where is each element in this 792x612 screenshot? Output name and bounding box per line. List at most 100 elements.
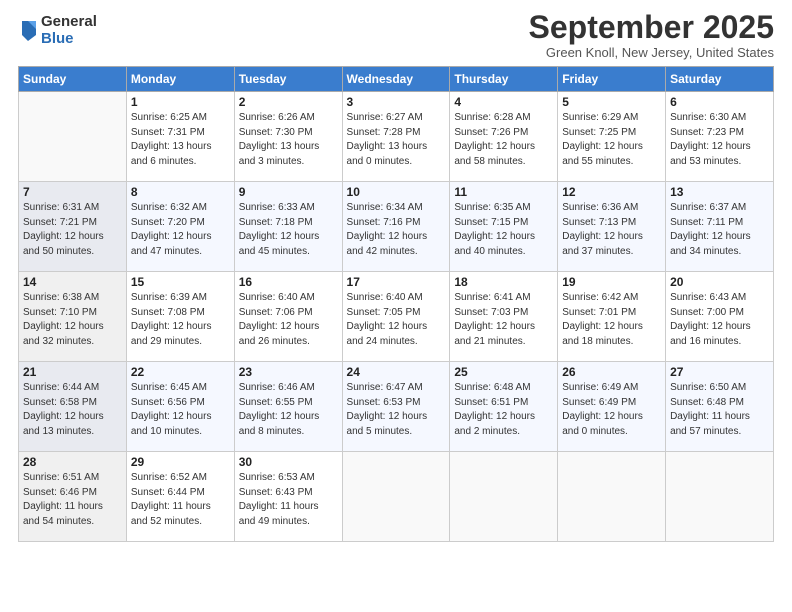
col-header-wednesday: Wednesday <box>342 67 450 92</box>
day-number: 24 <box>347 365 446 379</box>
week-row-1: 1 Sunrise: 6:25 AM Sunset: 7:31 PM Daylig… <box>19 92 774 182</box>
day-info: Sunrise: 6:42 AM Sunset: 7:01 PM Dayligh… <box>562 291 661 349</box>
day-info: Sunrise: 6:43 AM Sunset: 7:00 PM Dayligh… <box>670 291 769 349</box>
day-info: Sunrise: 6:35 AM Sunset: 7:15 PM Dayligh… <box>454 201 553 259</box>
calendar-header-row: SundayMondayTuesdayWednesdayThursdayFrid… <box>19 67 774 92</box>
day-cell <box>19 92 127 182</box>
logo-icon <box>18 19 38 43</box>
day-cell: 20 Sunrise: 6:43 AM Sunset: 7:00 PM Dayli… <box>666 272 774 362</box>
day-number: 9 <box>239 185 338 199</box>
day-info: Sunrise: 6:39 AM Sunset: 7:08 PM Dayligh… <box>131 291 230 349</box>
day-cell: 13Sunrise: 6:37 AM Sunset: 7:11 PM Dayli… <box>666 182 774 272</box>
day-cell: 21 Sunrise: 6:44 AM Sunset: 6:58 PM Dayli… <box>19 362 127 452</box>
day-cell: 12Sunrise: 6:36 AM Sunset: 7:13 PM Dayli… <box>558 182 666 272</box>
logo-blue: Blue <box>41 31 97 48</box>
day-info: Sunrise: 6:41 AM Sunset: 7:03 PM Dayligh… <box>454 291 553 349</box>
day-cell: 26 Sunrise: 6:49 AM Sunset: 6:49 PM Dayli… <box>558 362 666 452</box>
col-header-thursday: Thursday <box>450 67 558 92</box>
day-info: Sunrise: 6:52 AM Sunset: 6:44 PM Dayligh… <box>131 471 230 529</box>
day-number: 25 <box>454 365 553 379</box>
day-cell: 10Sunrise: 6:34 AM Sunset: 7:16 PM Dayli… <box>342 182 450 272</box>
day-info: Sunrise: 6:53 AM Sunset: 6:43 PM Dayligh… <box>239 471 338 529</box>
day-number: 8 <box>131 185 230 199</box>
day-number: 29 <box>131 455 230 469</box>
day-info: Sunrise: 6:29 AM Sunset: 7:25 PM Dayligh… <box>562 111 661 169</box>
col-header-saturday: Saturday <box>666 67 774 92</box>
col-header-monday: Monday <box>126 67 234 92</box>
day-cell: 15 Sunrise: 6:39 AM Sunset: 7:08 PM Dayli… <box>126 272 234 362</box>
day-info: Sunrise: 6:40 AM Sunset: 7:05 PM Dayligh… <box>347 291 446 349</box>
day-cell: 28Sunrise: 6:51 AM Sunset: 6:46 PM Dayli… <box>19 452 127 542</box>
week-row-3: 14 Sunrise: 6:38 AM Sunset: 7:10 PM Dayli… <box>19 272 774 362</box>
day-info: Sunrise: 6:25 AM Sunset: 7:31 PM Dayligh… <box>131 111 230 169</box>
col-header-sunday: Sunday <box>19 67 127 92</box>
day-cell: 22Sunrise: 6:45 AM Sunset: 6:56 PM Dayli… <box>126 362 234 452</box>
day-cell: 4 Sunrise: 6:28 AM Sunset: 7:26 PM Daylig… <box>450 92 558 182</box>
day-info: Sunrise: 6:31 AM Sunset: 7:21 PM Dayligh… <box>23 201 122 259</box>
day-cell: 9Sunrise: 6:33 AM Sunset: 7:18 PM Daylig… <box>234 182 342 272</box>
day-cell: 18 Sunrise: 6:41 AM Sunset: 7:03 PM Dayli… <box>450 272 558 362</box>
day-info: Sunrise: 6:30 AM Sunset: 7:23 PM Dayligh… <box>670 111 769 169</box>
week-row-5: 28Sunrise: 6:51 AM Sunset: 6:46 PM Dayli… <box>19 452 774 542</box>
day-cell: 3 Sunrise: 6:27 AM Sunset: 7:28 PM Daylig… <box>342 92 450 182</box>
day-cell: 1 Sunrise: 6:25 AM Sunset: 7:31 PM Daylig… <box>126 92 234 182</box>
day-cell <box>450 452 558 542</box>
day-number: 17 <box>347 275 446 289</box>
day-info: Sunrise: 6:40 AM Sunset: 7:06 PM Dayligh… <box>239 291 338 349</box>
day-cell <box>558 452 666 542</box>
day-cell: 6Sunrise: 6:30 AM Sunset: 7:23 PM Daylig… <box>666 92 774 182</box>
day-number: 1 <box>131 95 230 109</box>
logo-general: General <box>41 14 97 31</box>
day-info: Sunrise: 6:37 AM Sunset: 7:11 PM Dayligh… <box>670 201 769 259</box>
day-cell: 16 Sunrise: 6:40 AM Sunset: 7:06 PM Dayli… <box>234 272 342 362</box>
day-number: 11 <box>454 185 553 199</box>
day-info: Sunrise: 6:38 AM Sunset: 7:10 PM Dayligh… <box>23 291 122 349</box>
logo: General Blue <box>18 14 97 47</box>
day-number: 22 <box>131 365 230 379</box>
day-number: 26 <box>562 365 661 379</box>
day-number: 20 <box>670 275 769 289</box>
month-title: September 2025 <box>529 10 774 45</box>
day-info: Sunrise: 6:49 AM Sunset: 6:49 PM Dayligh… <box>562 381 661 439</box>
day-number: 19 <box>562 275 661 289</box>
day-info: Sunrise: 6:44 AM Sunset: 6:58 PM Dayligh… <box>23 381 122 439</box>
day-number: 4 <box>454 95 553 109</box>
day-cell: 5 Sunrise: 6:29 AM Sunset: 7:25 PM Daylig… <box>558 92 666 182</box>
day-number: 16 <box>239 275 338 289</box>
day-info: Sunrise: 6:34 AM Sunset: 7:16 PM Dayligh… <box>347 201 446 259</box>
col-header-friday: Friday <box>558 67 666 92</box>
week-row-4: 21 Sunrise: 6:44 AM Sunset: 6:58 PM Dayli… <box>19 362 774 452</box>
day-cell: 8 Sunrise: 6:32 AM Sunset: 7:20 PM Daylig… <box>126 182 234 272</box>
day-cell: 24 Sunrise: 6:47 AM Sunset: 6:53 PM Dayli… <box>342 362 450 452</box>
col-header-tuesday: Tuesday <box>234 67 342 92</box>
day-cell: 19 Sunrise: 6:42 AM Sunset: 7:01 PM Dayli… <box>558 272 666 362</box>
day-info: Sunrise: 6:28 AM Sunset: 7:26 PM Dayligh… <box>454 111 553 169</box>
week-row-2: 7 Sunrise: 6:31 AM Sunset: 7:21 PM Daylig… <box>19 182 774 272</box>
day-cell: 27Sunrise: 6:50 AM Sunset: 6:48 PM Dayli… <box>666 362 774 452</box>
day-info: Sunrise: 6:50 AM Sunset: 6:48 PM Dayligh… <box>670 381 769 439</box>
day-number: 18 <box>454 275 553 289</box>
day-number: 2 <box>239 95 338 109</box>
day-info: Sunrise: 6:32 AM Sunset: 7:20 PM Dayligh… <box>131 201 230 259</box>
day-info: Sunrise: 6:26 AM Sunset: 7:30 PM Dayligh… <box>239 111 338 169</box>
day-cell: 29 Sunrise: 6:52 AM Sunset: 6:44 PM Dayli… <box>126 452 234 542</box>
day-info: Sunrise: 6:46 AM Sunset: 6:55 PM Dayligh… <box>239 381 338 439</box>
title-block: September 2025 Green Knoll, New Jersey, … <box>529 10 774 60</box>
day-cell: 23Sunrise: 6:46 AM Sunset: 6:55 PM Dayli… <box>234 362 342 452</box>
page-header: General Blue September 2025 Green Knoll,… <box>18 10 774 60</box>
day-cell <box>666 452 774 542</box>
location: Green Knoll, New Jersey, United States <box>529 45 774 60</box>
day-number: 14 <box>23 275 122 289</box>
day-number: 5 <box>562 95 661 109</box>
day-number: 28 <box>23 455 122 469</box>
day-cell: 7 Sunrise: 6:31 AM Sunset: 7:21 PM Daylig… <box>19 182 127 272</box>
day-info: Sunrise: 6:27 AM Sunset: 7:28 PM Dayligh… <box>347 111 446 169</box>
day-number: 15 <box>131 275 230 289</box>
day-number: 7 <box>23 185 122 199</box>
day-number: 30 <box>239 455 338 469</box>
day-cell: 14 Sunrise: 6:38 AM Sunset: 7:10 PM Dayli… <box>19 272 127 362</box>
day-number: 21 <box>23 365 122 379</box>
day-info: Sunrise: 6:47 AM Sunset: 6:53 PM Dayligh… <box>347 381 446 439</box>
day-number: 3 <box>347 95 446 109</box>
day-number: 12 <box>562 185 661 199</box>
